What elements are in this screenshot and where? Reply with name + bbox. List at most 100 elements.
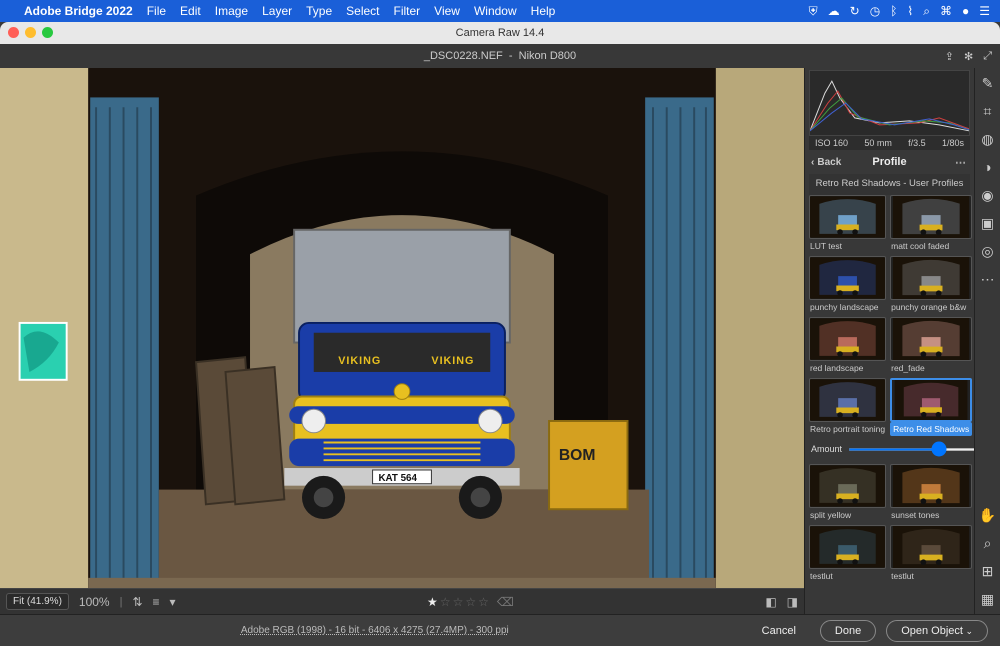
amount-slider-row: Amount147	[809, 440, 972, 460]
menu-layer[interactable]: Layer	[262, 4, 292, 18]
heal-tool-icon[interactable]: ◍	[979, 130, 997, 148]
preset-item[interactable]: LUT test	[809, 195, 886, 252]
zoom-window-button[interactable]	[42, 27, 53, 38]
menu-edit[interactable]: Edit	[180, 4, 201, 18]
preset-item[interactable]: punchy landscape	[809, 256, 886, 313]
siri-icon[interactable]: ●	[962, 4, 969, 18]
minimize-window-button[interactable]	[25, 27, 36, 38]
panel-title: Profile	[872, 156, 906, 168]
preset-label: punchy orange b&w	[890, 300, 972, 313]
zoom-tool-icon[interactable]: ⌕	[979, 534, 997, 552]
amount-slider[interactable]	[848, 448, 974, 451]
grid-tool-icon[interactable]: ▦	[979, 590, 997, 608]
filmstrip-orientation-icon[interactable]: ⇅	[132, 595, 142, 609]
fullscreen-icon[interactable]: ⤢	[983, 50, 992, 63]
control-center-icon[interactable]: ⌘	[940, 4, 952, 18]
wifi-icon[interactable]: ⌇	[907, 4, 913, 18]
preset-item[interactable]: sunset tones	[890, 464, 972, 521]
hand-tool-icon[interactable]: ✋	[979, 506, 997, 524]
profile-breadcrumb[interactable]: Retro Red Shadows - User Profiles	[809, 174, 970, 195]
close-window-button[interactable]	[8, 27, 19, 38]
preset-item[interactable]: Retro Red Shadows	[890, 378, 972, 436]
preset-thumbnail[interactable]	[890, 195, 972, 239]
camera-raw-window: Camera Raw 14.4 _DSC0228.NEF - Nikon D80…	[0, 22, 1000, 646]
preset-item[interactable]: matt cool faded	[890, 195, 972, 252]
more-tools-icon[interactable]: ⋯	[979, 270, 997, 288]
preset-thumbnail[interactable]	[890, 464, 972, 508]
preview-toolbar: Fit (41.9%) 100% | ⇅ ≡ ▾ ★ ☆ ☆ ☆ ☆ ⌫ ◧ ◨	[0, 588, 804, 614]
window-title: Camera Raw 14.4	[456, 27, 545, 39]
filter-icon[interactable]: ▾	[170, 595, 176, 609]
preset-thumbnail[interactable]	[809, 378, 886, 422]
before-after-icon[interactable]: ◧	[765, 595, 776, 609]
menu-file[interactable]: File	[147, 4, 166, 18]
share-icon[interactable]: ⇪	[945, 50, 954, 63]
menu-image[interactable]: Image	[215, 4, 248, 18]
menu-help[interactable]: Help	[531, 4, 556, 18]
menu-select[interactable]: Select	[346, 4, 379, 18]
preset-thumbnail[interactable]	[890, 378, 972, 422]
menu-view[interactable]: View	[434, 4, 460, 18]
cloud-icon[interactable]: ☁	[828, 4, 840, 18]
sampler-tool-icon[interactable]: ⊞	[979, 562, 997, 580]
output-settings-link[interactable]: Adobe RGB (1998) - 16 bit - 6406 x 4275 …	[12, 625, 738, 636]
truck: VIKING VIKING KAT 564	[284, 230, 519, 519]
equipment-brand: BOM	[559, 447, 596, 464]
preset-item[interactable]: split yellow	[809, 464, 886, 521]
preset-browser[interactable]: LUT test matt cool fadedpunchy landscape p…	[805, 195, 974, 614]
crop-tool-icon[interactable]: ⌗	[979, 102, 997, 120]
histogram[interactable]	[809, 70, 970, 136]
preset-thumbnail[interactable]	[809, 195, 886, 239]
sort-icon[interactable]: ≡	[153, 595, 160, 609]
preset-thumbnail[interactable]	[809, 317, 886, 361]
star-2[interactable]: ☆	[440, 595, 451, 609]
tool-rail: ✎ ⌗ ◍ ◑ ◉ ▣ ◎ ⋯ ✋ ⌕ ⊞ ▦	[974, 68, 1000, 614]
system-tray: ⛨ ☁ ↻ ◷ ᛒ ⌇ ⌕ ⌘ ● ☰	[809, 4, 990, 19]
bluetooth-icon[interactable]: ᛒ	[890, 4, 897, 18]
preset-thumbnail[interactable]	[809, 256, 886, 300]
snapshot-icon[interactable]: ▣	[979, 214, 997, 232]
notifications-icon[interactable]: ☰	[979, 4, 990, 18]
presets-icon[interactable]: ◎	[979, 242, 997, 260]
image-preview[interactable]: BOM	[0, 68, 804, 588]
menu-filter[interactable]: Filter	[394, 4, 421, 18]
zoom-fit-dropdown[interactable]: Fit (41.9%)	[6, 593, 69, 610]
cancel-button[interactable]: Cancel	[748, 621, 810, 641]
clock-icon[interactable]: ◷	[870, 4, 880, 18]
settings-gear-icon[interactable]: ✻	[964, 50, 973, 63]
search-icon[interactable]: ⌕	[923, 4, 930, 19]
exif-aperture: f/3.5	[908, 138, 926, 148]
preset-item[interactable]: red landscape	[809, 317, 886, 374]
edit-tool-icon[interactable]: ✎	[979, 74, 997, 92]
sync-icon[interactable]: ↻	[850, 4, 860, 18]
preset-item[interactable]: Retro portrait toning	[809, 378, 886, 436]
panel-more-icon[interactable]: ⋯	[955, 156, 966, 169]
star-3[interactable]: ☆	[453, 595, 464, 609]
open-object-button[interactable]: Open Object	[886, 620, 988, 642]
done-button[interactable]: Done	[820, 620, 876, 642]
redeye-tool-icon[interactable]: ◉	[979, 186, 997, 204]
app-name[interactable]: Adobe Bridge 2022	[24, 4, 133, 18]
menu-type[interactable]: Type	[306, 4, 332, 18]
preset-item[interactable]: testlut	[890, 525, 972, 582]
zoom-100-button[interactable]: 100%	[79, 595, 110, 609]
preset-thumbnail[interactable]	[809, 525, 886, 569]
preset-item[interactable]: punchy orange b&w	[890, 256, 972, 313]
shield-icon[interactable]: ⛨	[809, 4, 818, 19]
preset-thumbnail[interactable]	[890, 256, 972, 300]
star-5[interactable]: ☆	[478, 595, 489, 609]
preset-item[interactable]: red_fade	[890, 317, 972, 374]
menu-window[interactable]: Window	[474, 4, 517, 18]
preset-label: LUT test	[809, 239, 886, 252]
preset-thumbnail[interactable]	[809, 464, 886, 508]
compare-icon[interactable]: ◨	[787, 595, 798, 609]
mask-tool-icon[interactable]: ◑	[979, 158, 997, 176]
preset-item[interactable]: testlut	[809, 525, 886, 582]
star-1[interactable]: ★	[427, 595, 438, 609]
preset-thumbnail[interactable]	[890, 317, 972, 361]
preset-thumbnail[interactable]	[890, 525, 972, 569]
file-header: _DSC0228.NEF - Nikon D800 ⇪ ✻ ⤢	[0, 44, 1000, 68]
star-4[interactable]: ☆	[465, 595, 476, 609]
reject-icon[interactable]: ⌫	[497, 595, 514, 609]
back-button[interactable]: ‹ Back	[811, 157, 841, 168]
